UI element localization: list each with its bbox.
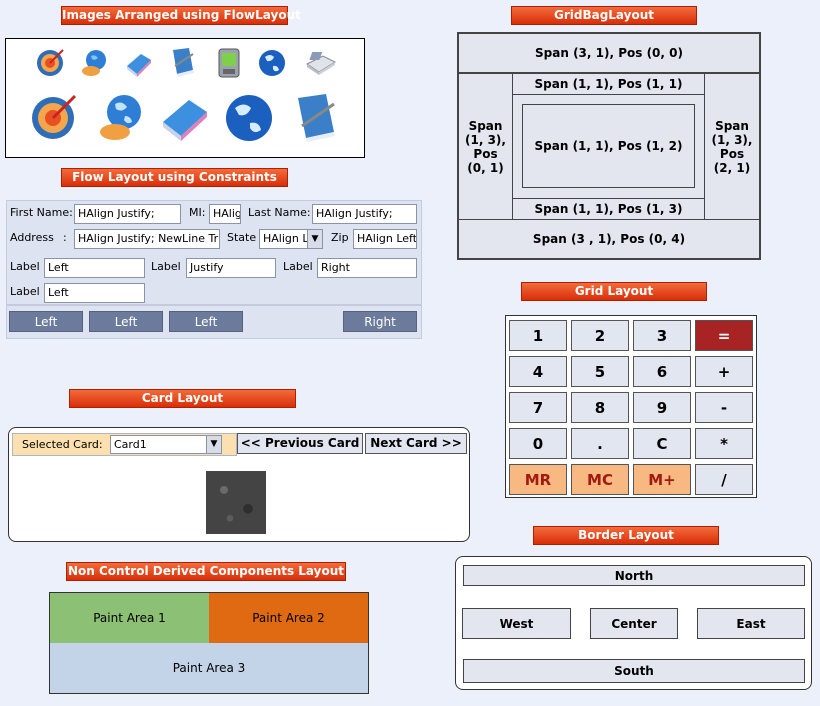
key-clear[interactable]: C bbox=[633, 428, 691, 459]
card-select-value: Card1 bbox=[114, 438, 147, 451]
previous-card-button[interactable]: << Previous Card bbox=[237, 433, 363, 454]
first-name-field[interactable]: HAlign Justify; bbox=[74, 204, 181, 224]
label-2: Label bbox=[151, 260, 181, 273]
gridbag-left-cell: Span (1, 3), Pos (0, 1) bbox=[458, 73, 513, 220]
state-value: HAlign L bbox=[263, 232, 309, 245]
state-select[interactable]: HAlign L ▼ bbox=[259, 229, 323, 249]
chevron-down-icon[interactable]: ▼ bbox=[307, 230, 322, 248]
zip-label: Zip bbox=[331, 231, 349, 244]
flow-images-panel bbox=[5, 38, 365, 158]
flow-images-title: Images Arranged using FlowLayout bbox=[61, 6, 301, 25]
state-label: State bbox=[227, 231, 257, 244]
key-mc[interactable]: MC bbox=[571, 464, 629, 495]
label-4-field[interactable]: Left bbox=[44, 283, 145, 303]
left-button-1[interactable]: Left bbox=[9, 311, 83, 332]
chevron-down-icon[interactable]: ▼ bbox=[206, 436, 221, 453]
card-toolbar: Selected Card: Card1 ▼ bbox=[12, 433, 237, 456]
card-layout-title: Card Layout bbox=[69, 389, 296, 408]
border-south: South bbox=[463, 659, 805, 683]
next-card-button[interactable]: Next Card >> bbox=[365, 433, 467, 454]
drive-icon bbox=[158, 91, 212, 145]
key-1[interactable]: 1 bbox=[509, 320, 567, 351]
key-7[interactable]: 7 bbox=[509, 392, 567, 423]
last-name-label: Last Name: bbox=[248, 206, 311, 219]
globe-hand-icon bbox=[78, 47, 110, 79]
border-north: North bbox=[463, 565, 805, 586]
label-1-field[interactable]: Left bbox=[44, 258, 145, 278]
key-2[interactable]: 2 bbox=[571, 320, 629, 351]
paint-areas: Paint Area 1 Paint Area 2 Paint Area 3 bbox=[49, 592, 369, 694]
address-label: Address bbox=[10, 231, 54, 244]
key-mplus[interactable]: M+ bbox=[633, 464, 691, 495]
label-4: Label bbox=[10, 285, 40, 298]
paint-area-3: Paint Area 3 bbox=[50, 643, 368, 693]
gridbag-mid-bottom-cell: Span (1, 1), Pos (1, 3) bbox=[512, 198, 705, 220]
right-button[interactable]: Right bbox=[343, 311, 417, 332]
book-icon bbox=[166, 45, 198, 79]
gridbag-bottom-cell: Span (3 , 1), Pos (0, 4) bbox=[458, 219, 760, 259]
selected-card-label: Selected Card: bbox=[22, 438, 103, 451]
border-center: Center bbox=[590, 608, 678, 639]
key-equals[interactable]: = bbox=[695, 320, 753, 351]
key-multiply[interactable]: * bbox=[695, 428, 753, 459]
border-layout-title: Border Layout bbox=[533, 526, 719, 545]
border-east: East bbox=[697, 608, 805, 639]
card-texture-image bbox=[206, 471, 266, 534]
label-3: Label bbox=[283, 260, 313, 273]
address-colon: : bbox=[63, 231, 67, 244]
key-mr[interactable]: MR bbox=[509, 464, 567, 495]
gridbag-right-cell: Span (1, 3), Pos (2, 1) bbox=[704, 73, 760, 220]
drive-icon bbox=[122, 47, 154, 79]
globe-icon bbox=[222, 91, 276, 145]
target-icon bbox=[28, 91, 80, 143]
gridbag-mid-top-cell: Span (1, 1), Pos (1, 1) bbox=[512, 73, 705, 95]
gridbag-title: GridBagLayout bbox=[511, 6, 697, 25]
zip-field[interactable]: HAlign Left bbox=[353, 229, 417, 249]
key-5[interactable]: 5 bbox=[571, 356, 629, 387]
mi-label: MI: bbox=[189, 206, 206, 219]
flow-constraints-form: First Name: HAlign Justify; MI: HAlig La… bbox=[6, 200, 422, 339]
fax-icon bbox=[304, 47, 338, 79]
key-0[interactable]: 0 bbox=[509, 428, 567, 459]
gridbag-panel: Span (3, 1), Pos (0, 0) Span (1, 3), Pos… bbox=[457, 32, 761, 260]
calculator-panel: 1 2 3 = 4 5 6 + 7 8 9 - 0 . C * MR MC M+… bbox=[505, 315, 757, 498]
key-plus[interactable]: + bbox=[695, 356, 753, 387]
key-divide[interactable]: / bbox=[695, 464, 753, 495]
key-8[interactable]: 8 bbox=[571, 392, 629, 423]
book-icon bbox=[288, 91, 342, 145]
grid-layout-title: Grid Layout bbox=[521, 282, 707, 301]
flow-constraints-title: Flow Layout using Constraints bbox=[61, 168, 288, 187]
last-name-field[interactable]: HAlign Justify; bbox=[312, 204, 417, 224]
globe-icon bbox=[256, 47, 288, 79]
left-button-2[interactable]: Left bbox=[89, 311, 163, 332]
target-icon bbox=[34, 47, 66, 79]
gridbag-top-cell: Span (3, 1), Pos (0, 0) bbox=[458, 33, 760, 73]
key-9[interactable]: 9 bbox=[633, 392, 691, 423]
left-button-3[interactable]: Left bbox=[169, 311, 243, 332]
border-layout-panel: North West Center East South bbox=[455, 556, 812, 690]
paint-area-2: Paint Area 2 bbox=[209, 593, 368, 643]
divider bbox=[7, 304, 421, 306]
key-minus[interactable]: - bbox=[695, 392, 753, 423]
pda-icon bbox=[214, 47, 244, 79]
globe-hand-icon bbox=[94, 91, 148, 145]
label-2-field[interactable]: Justify bbox=[186, 258, 276, 278]
card-layout-panel: Selected Card: Card1 ▼ << Previous Card … bbox=[8, 427, 470, 542]
key-dot[interactable]: . bbox=[571, 428, 629, 459]
card-select[interactable]: Card1 ▼ bbox=[110, 435, 222, 454]
key-6[interactable]: 6 bbox=[633, 356, 691, 387]
key-4[interactable]: 4 bbox=[509, 356, 567, 387]
gridbag-center-cell: Span (1, 1), Pos (1, 2) bbox=[522, 104, 695, 188]
first-name-label: First Name: bbox=[10, 206, 73, 219]
address-field[interactable]: HAlign Justify; NewLine True; bbox=[74, 229, 220, 249]
non-control-title: Non Control Derived Components Layout bbox=[66, 562, 346, 581]
border-west: West bbox=[462, 608, 571, 639]
label-3-field[interactable]: Right bbox=[317, 258, 417, 278]
label-1: Label bbox=[10, 260, 40, 273]
paint-area-1: Paint Area 1 bbox=[50, 593, 209, 643]
key-3[interactable]: 3 bbox=[633, 320, 691, 351]
mi-field[interactable]: HAlig bbox=[209, 204, 241, 224]
